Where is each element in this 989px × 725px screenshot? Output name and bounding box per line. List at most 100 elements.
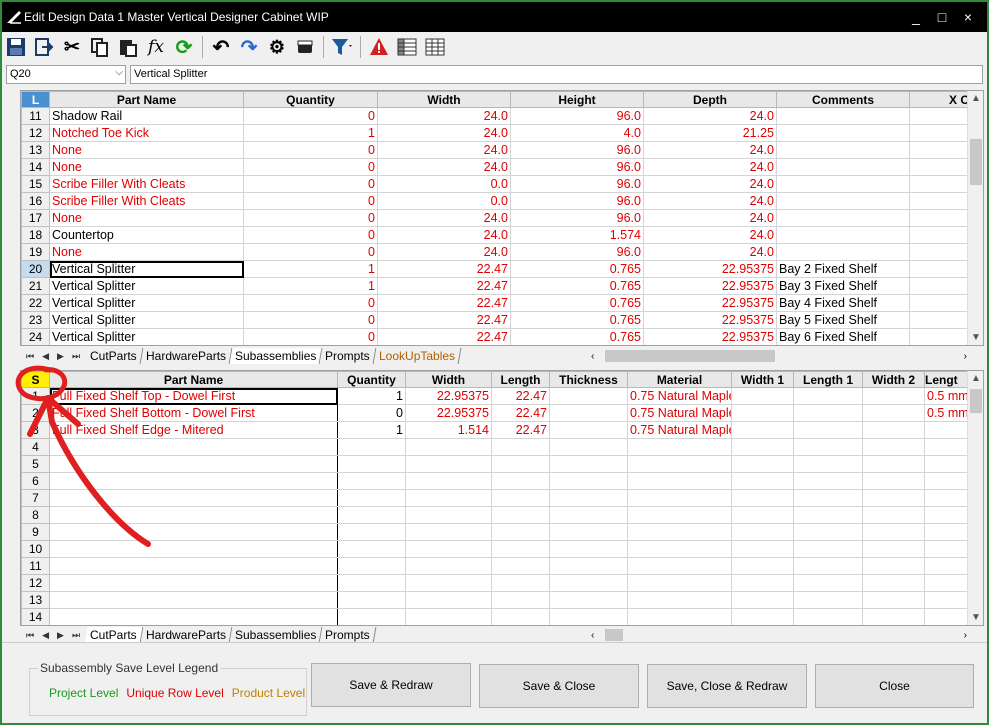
material-cell[interactable] xyxy=(627,523,732,541)
width-cell[interactable] xyxy=(405,608,492,625)
next-tab-icon[interactable]: ▶ xyxy=(57,351,64,362)
last-tab-icon[interactable]: ⏭ xyxy=(72,630,80,641)
part-name-cell[interactable] xyxy=(49,540,338,558)
part-name-cell[interactable]: Vertical Splitter xyxy=(49,277,244,295)
quantity-cell[interactable]: 0 xyxy=(243,192,378,210)
xc-cell[interactable] xyxy=(909,294,970,312)
xc-cell[interactable] xyxy=(909,226,970,244)
width2-cell[interactable] xyxy=(862,472,925,490)
length-cell[interactable] xyxy=(491,540,550,558)
quantity-cell[interactable]: 1 xyxy=(337,421,406,439)
material-cell[interactable]: 0.75 Natural Maple xyxy=(627,387,732,405)
depth-cell[interactable]: 22.95375 xyxy=(643,260,777,278)
width1-cell[interactable] xyxy=(731,387,794,405)
width1-cell[interactable] xyxy=(731,421,794,439)
width-cell[interactable] xyxy=(405,455,492,473)
quantity-cell[interactable]: 0 xyxy=(243,158,378,176)
row-header[interactable]: 15 xyxy=(21,175,50,193)
quantity-cell[interactable]: 0 xyxy=(243,141,378,159)
quantity-cell[interactable] xyxy=(337,557,406,575)
table-row[interactable]: 22 Vertical Splitter 0 22.47 0.765 22.95375 Ba… xyxy=(21,294,970,312)
table-row[interactable]: 8 xyxy=(21,506,983,524)
table-row[interactable]: 1 Full Fixed Shelf Top - Dowel First 1 22.9… xyxy=(21,387,983,405)
quantity-cell[interactable] xyxy=(337,489,406,507)
width-cell[interactable]: 24.0 xyxy=(377,141,511,159)
width-cell[interactable]: 22.47 xyxy=(377,294,511,312)
minimize-button[interactable]: _ xyxy=(903,9,929,25)
maximize-button[interactable]: □ xyxy=(929,9,955,25)
column-header[interactable]: X C xyxy=(909,91,970,108)
row-header[interactable]: 16 xyxy=(21,192,50,210)
width1-cell[interactable] xyxy=(731,455,794,473)
part-name-cell[interactable] xyxy=(49,506,338,524)
comments-cell[interactable]: Bay 5 Fixed Shelf xyxy=(776,311,910,329)
width2-cell[interactable] xyxy=(862,455,925,473)
thickness-cell[interactable] xyxy=(549,455,628,473)
comments-cell[interactable] xyxy=(776,158,910,176)
table-row[interactable]: 7 xyxy=(21,489,983,507)
quantity-cell[interactable]: 0 xyxy=(337,404,406,422)
height-cell[interactable]: 0.765 xyxy=(510,294,644,312)
xc-cell[interactable] xyxy=(909,209,970,227)
close-window-button[interactable]: × xyxy=(955,9,981,25)
thickness-cell[interactable] xyxy=(549,404,628,422)
formula-icon[interactable]: fx xyxy=(144,35,168,59)
xc-cell[interactable] xyxy=(909,311,970,329)
tab-cutparts[interactable]: CutParts xyxy=(84,348,144,364)
column-header[interactable]: Material xyxy=(627,371,732,388)
horizontal-scrollbar[interactable]: ‹ › xyxy=(587,627,971,643)
length1-cell[interactable] xyxy=(793,489,863,507)
column-header[interactable]: Width xyxy=(405,371,492,388)
width2-cell[interactable] xyxy=(862,574,925,592)
row-header[interactable]: 12 xyxy=(21,574,50,592)
depth-cell[interactable]: 24.0 xyxy=(643,226,777,244)
comments-cell[interactable] xyxy=(776,124,910,142)
depth-cell[interactable]: 24.0 xyxy=(643,243,777,261)
tab-prompts[interactable]: Prompts xyxy=(319,627,377,643)
scrollbar-thumb[interactable] xyxy=(970,389,982,413)
table-row[interactable]: 9 xyxy=(21,523,983,541)
first-tab-icon[interactable]: ⏮ xyxy=(26,630,34,641)
save-icon[interactable] xyxy=(4,35,28,59)
height-cell[interactable]: 96.0 xyxy=(510,209,644,227)
part-name-cell[interactable]: Countertop xyxy=(49,226,244,244)
length-cell[interactable]: 22.47 xyxy=(491,421,550,439)
part-name-cell[interactable] xyxy=(49,489,338,507)
scroll-left-icon[interactable]: ‹ xyxy=(591,351,594,362)
thickness-cell[interactable] xyxy=(549,523,628,541)
width-cell[interactable]: 24.0 xyxy=(377,209,511,227)
tab-navigation[interactable]: ⏮ ◀ ▶ ⏭ xyxy=(20,630,86,641)
row-header[interactable]: 7 xyxy=(21,489,50,507)
length1-cell[interactable] xyxy=(793,387,863,405)
length-cell[interactable] xyxy=(491,472,550,490)
part-name-cell[interactable]: Full Fixed Shelf Bottom - Dowel First xyxy=(49,404,338,422)
quantity-cell[interactable] xyxy=(337,591,406,609)
material-cell[interactable] xyxy=(627,489,732,507)
row-header[interactable]: 24 xyxy=(21,328,50,345)
column-header[interactable]: Part Name xyxy=(49,91,244,108)
width-cell[interactable]: 24.0 xyxy=(377,107,511,125)
length-cell[interactable] xyxy=(491,557,550,575)
part-name-cell[interactable] xyxy=(49,472,338,490)
part-name-cell[interactable]: Scribe Filler With Cleats xyxy=(49,192,244,210)
column-header[interactable]: Width xyxy=(377,91,511,108)
scrollbar-thumb[interactable] xyxy=(605,629,623,641)
tab-subassemblies[interactable]: Subassemblies xyxy=(229,348,323,364)
material-cell[interactable]: 0.75 Natural Maple xyxy=(627,421,732,439)
thickness-cell[interactable] xyxy=(549,591,628,609)
height-cell[interactable]: 1.574 xyxy=(510,226,644,244)
height-cell[interactable]: 96.0 xyxy=(510,175,644,193)
quantity-cell[interactable]: 0 xyxy=(243,107,378,125)
xc-cell[interactable] xyxy=(909,260,970,278)
width1-cell[interactable] xyxy=(731,591,794,609)
width-cell[interactable] xyxy=(405,591,492,609)
part-name-cell[interactable]: Shadow Rail xyxy=(49,107,244,125)
row-header[interactable]: 20 xyxy=(21,260,50,278)
height-cell[interactable]: 0.765 xyxy=(510,277,644,295)
part-name-cell[interactable] xyxy=(49,608,338,625)
part-name-cell[interactable] xyxy=(49,523,338,541)
part-name-cell[interactable]: None xyxy=(49,141,244,159)
table-row[interactable]: 2 Full Fixed Shelf Bottom - Dowel First 0 2… xyxy=(21,404,983,422)
width-cell[interactable]: 22.47 xyxy=(377,277,511,295)
column-header[interactable]: Length 1 xyxy=(793,371,863,388)
